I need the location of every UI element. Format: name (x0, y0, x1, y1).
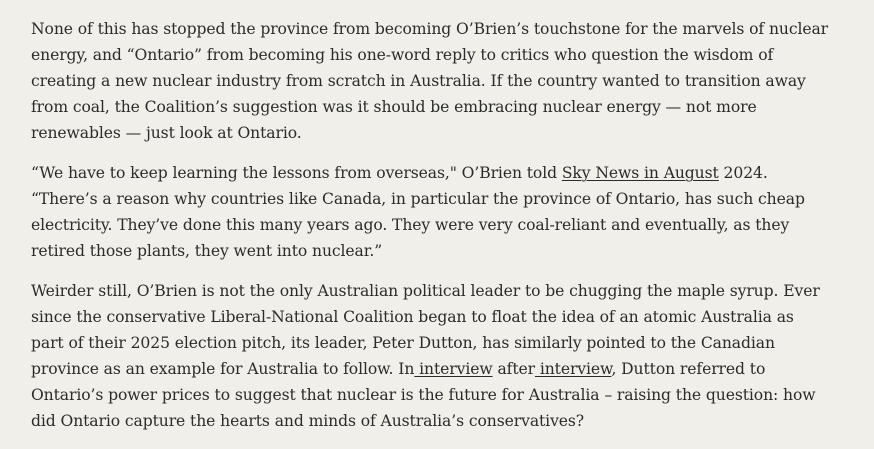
interview-link-1[interactable]: interview (414, 360, 493, 378)
paragraph-2-text-start: “We have to keep learning the lessons fr… (31, 164, 562, 182)
paragraph-2: “We have to keep learning the lessons fr… (31, 160, 831, 264)
paragraph-3: Weirder still, O’Brien is not the only A… (31, 278, 831, 434)
interview-link-2[interactable]: interview (535, 360, 612, 378)
sky-news-link[interactable]: Sky News in August (562, 164, 719, 182)
paragraph-1: None of this has stopped the province fr… (31, 20, 829, 142)
article-body: None of this has stopped the province fr… (31, 16, 831, 448)
paragraph-3-text-middle: after (492, 360, 535, 378)
